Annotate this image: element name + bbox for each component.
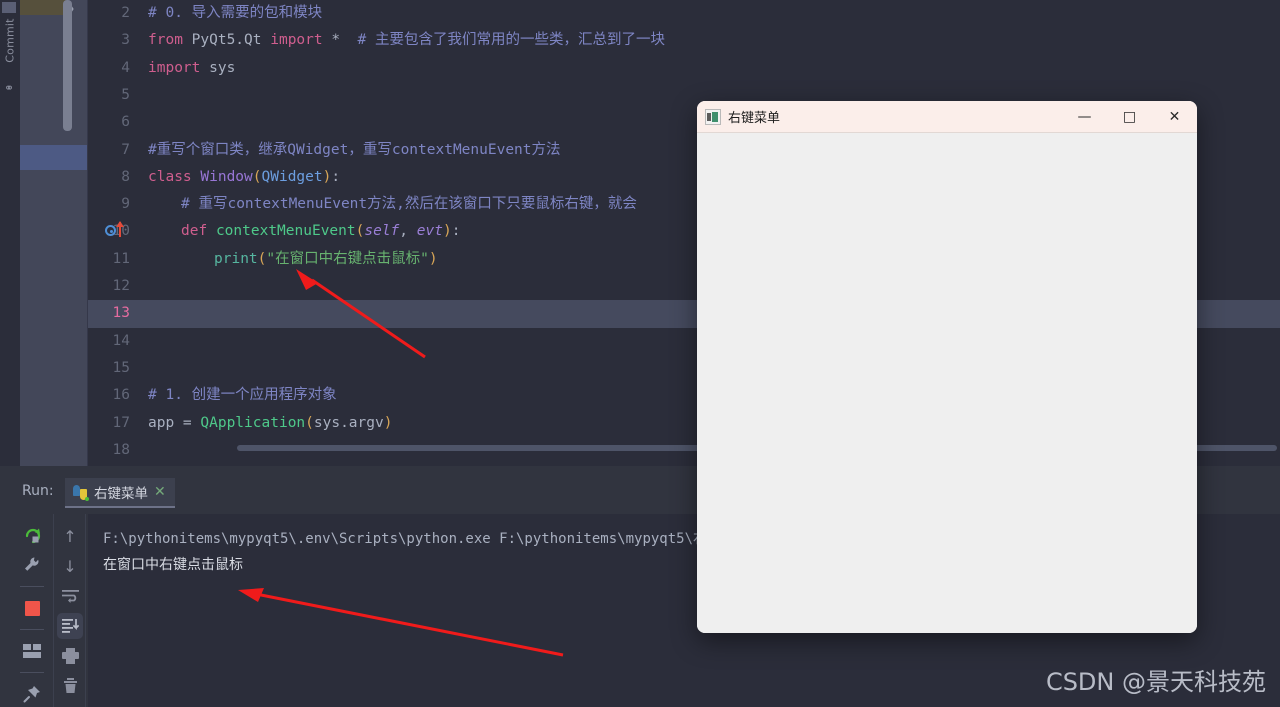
code-token: sys: [200, 59, 236, 76]
code-token: class: [148, 168, 192, 185]
popup-titlebar[interactable]: 右键菜单 — □ ✕: [697, 101, 1197, 133]
code-token: app: [148, 414, 183, 431]
line-number: 12: [112, 278, 130, 294]
popup-title: 右键菜单: [728, 111, 781, 126]
code-token: # 重写contextMenuEvent方法,然后在该窗口下只要鼠标右键，就会: [181, 196, 637, 213]
toolbar-separator-2: [20, 629, 44, 630]
soft-wrap-icon[interactable]: [57, 583, 83, 609]
line-number: 13: [112, 305, 130, 322]
run-tab-label: 右键菜单: [94, 486, 148, 502]
code-token: # 主要包含了我们常用的一些类，汇总到了一块: [340, 32, 666, 49]
toolbar-separator-3: [20, 672, 44, 673]
line-number: 4: [121, 59, 130, 76]
code-token: sys.argv: [313, 414, 384, 431]
arrow-down-icon[interactable]: ↓: [57, 553, 83, 579]
line-number: 11: [112, 250, 130, 267]
code-token: *: [322, 32, 341, 49]
code-token: #重写个窗口类，继承QWidget，重写contextMenuEvent方法: [148, 141, 561, 158]
code-token: # 0. 导入需要的包和模块: [148, 5, 323, 21]
line-number: 16: [112, 387, 130, 404]
toolbar-divider-2: [85, 514, 86, 707]
code-token: Window: [200, 168, 253, 185]
rerun-button[interactable]: [18, 523, 46, 547]
line-number: 18: [112, 441, 130, 458]
line-number: 5: [121, 86, 130, 103]
code-token: contextMenuEvent: [215, 223, 356, 240]
code-token: ,: [399, 223, 417, 240]
code-token: ): [442, 223, 452, 240]
code-token: (: [252, 168, 262, 185]
code-token: evt: [416, 223, 443, 240]
minimize-button[interactable]: —: [1062, 101, 1107, 133]
qt-window-icon: [705, 108, 721, 125]
code-line[interactable]: # 0. 导入需要的包和模块: [148, 0, 1280, 27]
line-number: 2: [121, 5, 130, 21]
code-token: print: [214, 250, 258, 267]
settings-button[interactable]: [18, 553, 46, 577]
code-token: ): [383, 414, 393, 431]
structure-selected-row[interactable]: [20, 145, 87, 170]
run-secondary-toolbar: ↑ ↓: [55, 516, 85, 706]
printer-icon[interactable]: [57, 643, 83, 669]
code-token: (: [305, 414, 314, 431]
code-token: QApplication: [200, 414, 306, 431]
maximize-button[interactable]: □: [1107, 101, 1152, 133]
toolbar-separator-1: [20, 586, 44, 588]
code-token: :: [331, 168, 341, 185]
git-branch-icon: ⚭: [4, 81, 15, 95]
close-button[interactable]: ✕: [1152, 101, 1197, 133]
line-number: 17: [112, 414, 130, 431]
arrow-up-icon[interactable]: ↑: [57, 523, 83, 549]
code-token: self: [364, 223, 400, 240]
run-primary-toolbar: [10, 516, 54, 706]
code-token: =: [182, 414, 192, 431]
structure-scrollbar[interactable]: [63, 0, 72, 131]
layout-button[interactable]: [18, 639, 46, 663]
code-token: :: [451, 223, 461, 240]
code-token: ): [428, 250, 438, 267]
line-number: 6: [121, 114, 130, 131]
python-file-icon: [73, 484, 89, 501]
screen-root: Commit ⚭ Bookmarks ❯ ❮ ❮ 234567891011121…: [0, 0, 1280, 707]
scroll-to-end-icon[interactable]: [57, 613, 83, 639]
code-token: import: [270, 32, 323, 49]
line-number: 9: [121, 196, 130, 213]
csdn-watermark: CSDN @景天科技苑: [1045, 668, 1266, 696]
line-number: 8: [121, 168, 130, 185]
close-icon[interactable]: ✕: [154, 485, 166, 499]
code-token: # 1. 创建一个应用程序对象: [148, 387, 337, 404]
code-line[interactable]: import sys: [148, 55, 1280, 82]
run-tab[interactable]: 右键菜单 ✕: [65, 478, 175, 508]
structure-strip-highlight: [20, 0, 66, 15]
code-line[interactable]: from PyQt5.Qt import * # 主要包含了我们常用的一些类，汇…: [148, 27, 1280, 54]
code-token: def: [181, 223, 208, 240]
code-token: import: [148, 59, 201, 76]
line-number: 15: [112, 359, 130, 376]
line-number: 3: [121, 32, 130, 49]
line-number: 7: [121, 141, 130, 158]
structure-strip: [20, 0, 87, 466]
pin-button[interactable]: [18, 682, 46, 706]
popup-client-area[interactable]: [697, 133, 1197, 633]
code-token: "在窗口中右键点击鼠标": [266, 250, 429, 267]
pyqt-app-window[interactable]: 右键菜单 — □ ✕: [697, 101, 1197, 633]
rail-item-commit[interactable]: Commit: [4, 15, 17, 67]
stop-button[interactable]: [18, 596, 46, 620]
rail-top-indicator: [2, 2, 16, 13]
code-token: from: [148, 32, 183, 49]
code-token: PyQt5.Qt: [182, 32, 271, 49]
trash-icon[interactable]: [57, 673, 83, 699]
run-label: Run:: [22, 483, 54, 499]
code-token: QWidget: [261, 168, 323, 185]
line-number: 14: [112, 332, 130, 349]
